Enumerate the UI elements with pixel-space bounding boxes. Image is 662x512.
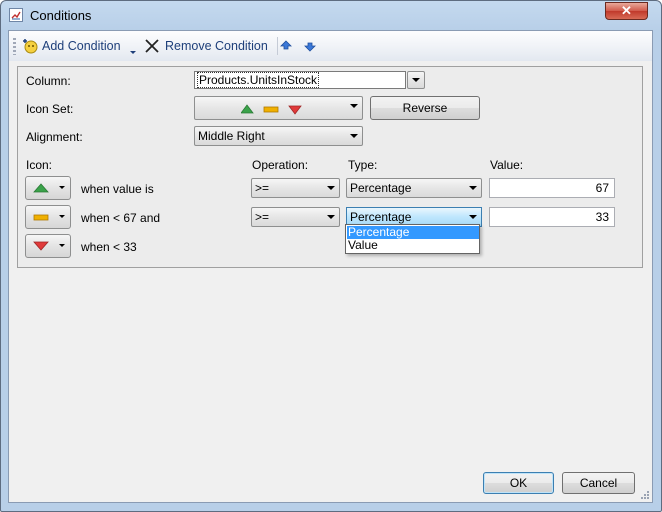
green-up-triangle-icon — [33, 183, 49, 193]
icon-header: Icon: — [26, 158, 53, 172]
chevron-down-icon — [469, 186, 477, 190]
column-value: Products.UnitsInStock — [196, 72, 320, 88]
toolbar-separator — [277, 37, 278, 55]
close-button[interactable]: ✕ — [605, 2, 648, 20]
type-header: Type: — [348, 158, 378, 172]
chevron-down-icon — [59, 186, 65, 189]
move-up-icon[interactable] — [280, 40, 292, 55]
yellow-bar-icon — [33, 214, 49, 221]
row1-operation-dropdown[interactable]: >= — [251, 178, 340, 198]
type-option-value[interactable]: Value — [347, 239, 479, 252]
row2-type-value: Percentage — [350, 210, 412, 224]
row1-type-dropdown[interactable]: Percentage — [346, 178, 482, 198]
add-condition-button[interactable]: Add Condition — [42, 36, 121, 56]
chevron-down-icon — [59, 215, 65, 218]
ok-button[interactable]: OK — [483, 472, 554, 494]
title-bar[interactable]: Conditions ✕ — [1, 1, 661, 30]
row2-icon-picker[interactable] — [25, 205, 71, 229]
row1-value: 67 — [595, 181, 609, 195]
value-header: Value: — [490, 158, 524, 172]
add-condition-dropdown-icon[interactable] — [130, 44, 136, 58]
row3-condition-text: when < 33 — [81, 240, 137, 254]
conditions-dialog: Conditions ✕ Add Condition Remove Condit… — [0, 0, 662, 512]
chevron-down-icon — [327, 215, 335, 219]
type-dropdown-list: Percentage Value — [345, 224, 480, 254]
row2-operation-value: >= — [255, 210, 270, 224]
conditions-panel: Column: Products.UnitsInStock Icon Set: … — [17, 66, 643, 268]
column-field[interactable]: Products.UnitsInStock — [194, 71, 406, 89]
remove-condition-icon[interactable] — [143, 37, 161, 58]
icon-set-label: Icon Set: — [26, 102, 74, 116]
close-icon: ✕ — [621, 3, 632, 18]
toolbar: Add Condition Remove Condition — [9, 31, 652, 61]
add-condition-icon[interactable] — [21, 37, 39, 58]
row1-type-value: Percentage — [350, 181, 412, 195]
toolbar-grip[interactable] — [13, 38, 16, 55]
chevron-down-icon — [350, 104, 358, 108]
dialog-chart-icon — [9, 8, 23, 22]
chevron-down-icon — [469, 215, 477, 219]
column-label: Column: — [26, 74, 71, 88]
operation-header: Operation: — [252, 158, 309, 172]
icon-set-preview-icon — [241, 104, 302, 115]
row2-value-input[interactable]: 33 — [489, 207, 615, 227]
cancel-button[interactable]: Cancel — [562, 472, 635, 494]
remove-condition-button[interactable]: Remove Condition — [165, 36, 268, 56]
red-down-triangle-icon — [33, 241, 49, 251]
chevron-down-icon — [59, 244, 65, 247]
reverse-button[interactable]: Reverse — [370, 96, 480, 120]
row2-condition-text: when < 67 and — [81, 211, 161, 225]
row1-condition-text: when value is — [81, 182, 154, 196]
chevron-down-icon — [327, 186, 335, 190]
dialog-client-area: Add Condition Remove Condition Column: P… — [8, 30, 653, 503]
alignment-label: Alignment: — [26, 130, 83, 144]
resize-grip-icon[interactable] — [640, 490, 650, 500]
chevron-down-icon — [412, 78, 420, 82]
row1-operation-value: >= — [255, 181, 270, 195]
row1-value-input[interactable]: 67 — [489, 178, 615, 198]
row3-icon-picker[interactable] — [25, 234, 71, 258]
row2-value: 33 — [595, 210, 609, 224]
row2-operation-dropdown[interactable]: >= — [251, 207, 340, 227]
column-picker-button[interactable] — [407, 71, 425, 89]
move-down-icon[interactable] — [304, 40, 316, 55]
icon-set-dropdown[interactable] — [194, 96, 363, 120]
window-title: Conditions — [30, 8, 92, 23]
chevron-down-icon — [350, 134, 358, 138]
row1-icon-picker[interactable] — [25, 176, 71, 200]
alignment-value: Middle Right — [198, 129, 265, 143]
alignment-dropdown[interactable]: Middle Right — [194, 126, 363, 146]
